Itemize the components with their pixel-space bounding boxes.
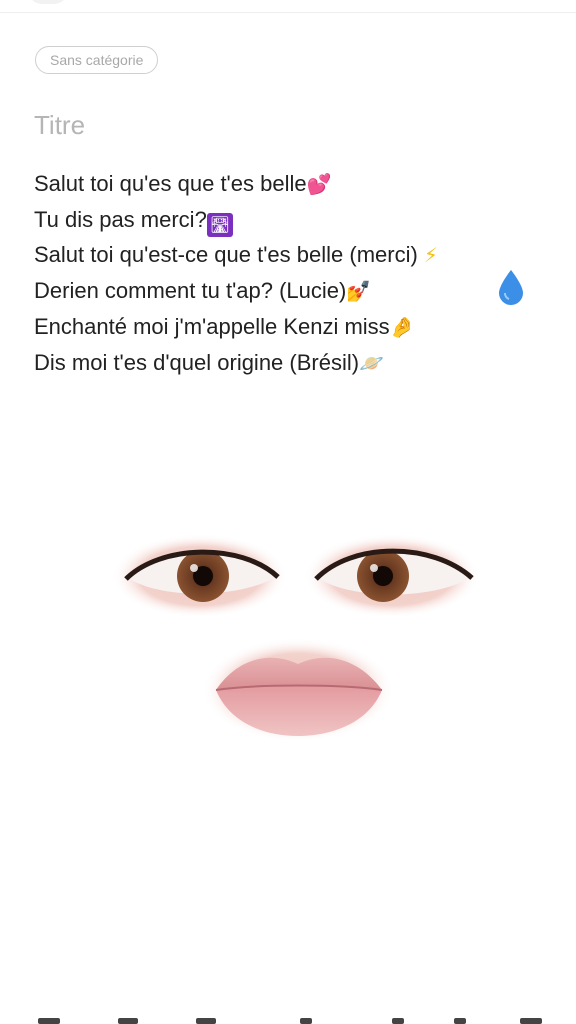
menu-icon[interactable]: [520, 1018, 542, 1024]
pen-icon[interactable]: [454, 1018, 466, 1024]
lips: [202, 638, 394, 742]
bullet-list-icon[interactable]: [118, 1018, 138, 1024]
bottom-toolbar: [0, 1012, 576, 1024]
checkbox-tool-icon[interactable]: [38, 1018, 60, 1024]
face-sticker: [112, 534, 480, 742]
left-eye: [112, 534, 288, 618]
undo-icon[interactable]: [300, 1018, 312, 1024]
redo-icon[interactable]: [392, 1018, 404, 1024]
right-eye: [304, 534, 480, 618]
numbered-list-icon[interactable]: [196, 1018, 216, 1024]
